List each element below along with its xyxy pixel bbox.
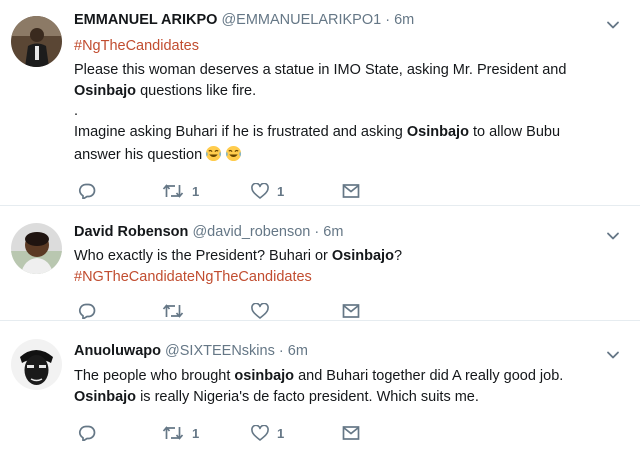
tweet-actions xyxy=(74,303,374,321)
tweet-text: Imagine asking Buhari if he is frustrate… xyxy=(74,124,407,140)
tweet-text: is really Nigeria's de facto president. … xyxy=(136,389,479,405)
chevron-down-icon[interactable] xyxy=(606,18,620,32)
tweet-text: answer his question xyxy=(74,147,203,163)
bold-keyword: osinbajo xyxy=(234,368,295,384)
tweet-text-line: Imagine asking Buhari if he is frustrate… xyxy=(74,122,560,143)
separator-dot: · xyxy=(278,343,284,359)
like-icon xyxy=(251,425,269,441)
tears-of-joy-emoji-icon xyxy=(226,145,242,162)
separator-dot: · xyxy=(385,12,391,28)
bold-keyword: Osinbajo xyxy=(331,248,394,264)
retweet-icon xyxy=(162,426,184,440)
like-button[interactable]: 1 xyxy=(251,183,284,199)
direct-message-button[interactable] xyxy=(342,425,360,441)
tears-of-joy-emoji-icon xyxy=(206,145,222,162)
author-name[interactable]: EMMANUEL ARIKPO xyxy=(74,12,217,28)
retweet-icon xyxy=(162,184,184,198)
tweet-actions: 1 1 xyxy=(74,425,374,443)
reply-button[interactable] xyxy=(78,303,96,319)
tweet-text: questions like fire. xyxy=(136,83,257,99)
tweet-text: Who exactly is the President? Buhari or xyxy=(74,248,332,264)
direct-message-button[interactable] xyxy=(342,183,360,199)
avatar[interactable] xyxy=(11,339,62,390)
tweet-header: David Robenson @david_robenson · 6m xyxy=(74,224,343,240)
author-handle[interactable]: @EMMANUELARIKPO1 xyxy=(221,12,381,28)
tweet-header: EMMANUEL ARIKPO @EMMANUELARIKPO1 · 6m xyxy=(74,12,414,28)
like-count: 1 xyxy=(277,183,285,199)
message-icon xyxy=(342,304,360,318)
tweet-text-line: answer his question xyxy=(74,145,242,166)
author-handle[interactable]: @SIXTEENskins xyxy=(165,343,275,359)
author-handle[interactable]: @david_robenson xyxy=(192,224,310,240)
reply-button[interactable] xyxy=(78,425,96,441)
tweet-anuoluwapo[interactable]: Anuoluwapo @SIXTEENskins · 6m The people… xyxy=(0,321,640,449)
author-name[interactable]: Anuoluwapo xyxy=(74,343,161,359)
hashtag-link[interactable]: #NGTheCandidateNgTheCandidates xyxy=(74,267,312,288)
author-name[interactable]: David Robenson xyxy=(74,224,188,240)
message-icon xyxy=(342,184,360,198)
hashtag-link[interactable]: #NgTheCandidates xyxy=(74,36,199,57)
retweet-button[interactable]: 1 xyxy=(162,183,199,199)
tweet-header: Anuoluwapo @SIXTEENskins · 6m xyxy=(74,343,308,359)
tweet-text-line: Who exactly is the President? Buhari or … xyxy=(74,246,402,267)
tweet-text-line: Please this woman deserves a statue in I… xyxy=(74,62,567,78)
separator-dot: · xyxy=(314,224,320,240)
retweet-icon xyxy=(162,304,184,318)
like-button[interactable]: 1 xyxy=(251,425,284,441)
retweet-count: 1 xyxy=(192,183,200,199)
avatar[interactable] xyxy=(11,16,62,67)
bold-keyword: Osinbajo xyxy=(74,389,137,405)
tweet-text: to allow Bubu xyxy=(468,124,561,140)
bold-keyword: Osinbajo xyxy=(74,83,137,99)
retweet-button[interactable]: 1 xyxy=(162,425,199,441)
tweet-text-line: . xyxy=(74,103,79,119)
tweet-emmanuel-arikpo[interactable]: EMMANUEL ARIKPO @EMMANUELARIKPO1 · 6m #N… xyxy=(0,0,640,205)
like-icon xyxy=(251,303,269,319)
timestamp[interactable]: 6m xyxy=(394,12,414,28)
retweet-count: 1 xyxy=(192,425,200,441)
tweet-david-robenson[interactable]: David Robenson @david_robenson · 6m Who … xyxy=(0,206,640,320)
reply-icon xyxy=(78,425,96,441)
reply-icon xyxy=(78,183,96,199)
tweet-text: ? xyxy=(393,248,403,264)
bold-keyword: Osinbajo xyxy=(406,124,469,140)
like-count: 1 xyxy=(277,425,285,441)
like-button[interactable] xyxy=(251,303,269,319)
message-icon xyxy=(342,426,360,440)
direct-message-button[interactable] xyxy=(342,303,360,319)
tweet-actions: 1 1 xyxy=(74,183,374,201)
timestamp[interactable]: 6m xyxy=(288,343,308,359)
like-icon xyxy=(251,183,269,199)
avatar[interactable] xyxy=(11,223,62,274)
tweet-text-line: Osinbajo questions like fire. xyxy=(74,81,256,102)
timestamp[interactable]: 6m xyxy=(323,224,343,240)
chevron-down-icon[interactable] xyxy=(606,348,620,362)
retweet-button[interactable] xyxy=(162,303,184,319)
tweet-text: and Buhari together did A really good jo… xyxy=(294,368,564,384)
reply-icon xyxy=(78,303,96,319)
reply-button[interactable] xyxy=(78,183,96,199)
tweet-text: The people who brought xyxy=(74,368,235,384)
chevron-down-icon[interactable] xyxy=(606,229,620,243)
tweet-text-line: The people who brought osinbajo and Buha… xyxy=(74,366,563,387)
tweet-text-line: Osinbajo is really Nigeria's de facto pr… xyxy=(74,387,479,408)
